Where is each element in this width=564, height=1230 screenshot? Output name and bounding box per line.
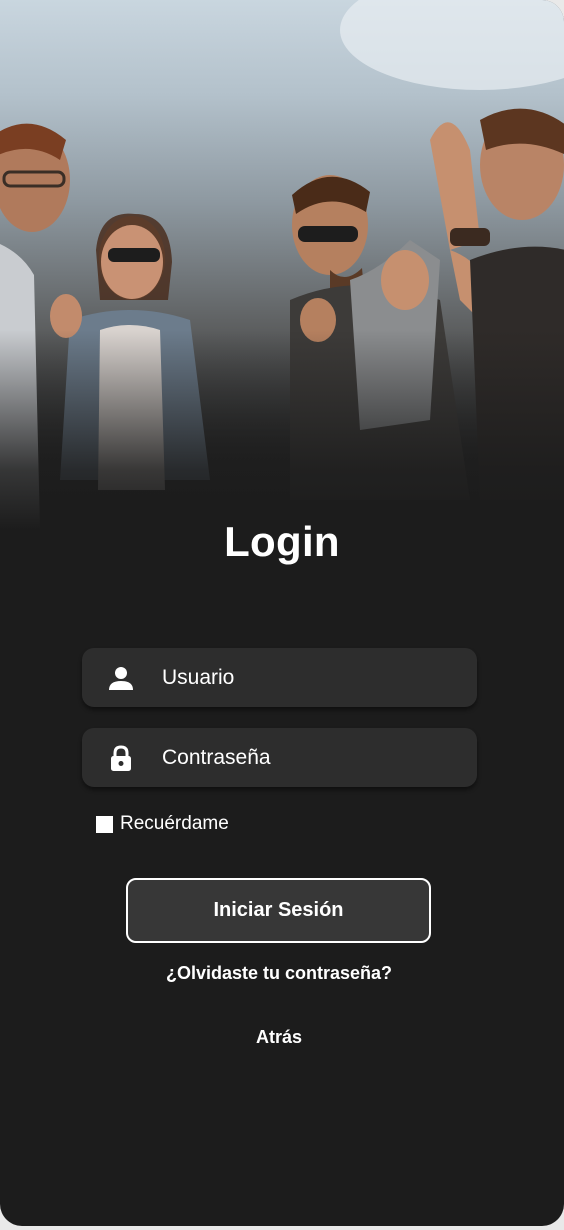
password-input[interactable] — [162, 728, 462, 787]
username-input[interactable] — [162, 648, 462, 707]
username-field[interactable] — [82, 648, 477, 707]
person-icon — [109, 667, 133, 690]
hero-fade-overlay — [0, 330, 564, 530]
hero-photo — [0, 0, 564, 530]
password-field[interactable] — [82, 728, 477, 787]
page-title: Login — [224, 518, 340, 565]
login-button[interactable]: Iniciar Sesión — [126, 878, 431, 943]
remember-checkbox[interactable] — [96, 815, 113, 833]
remember-me[interactable]: Recuérdame — [96, 813, 229, 835]
lock-icon — [111, 745, 131, 771]
remember-label: Recuérdame — [120, 813, 229, 834]
back-link[interactable]: Atrás — [0, 1027, 558, 1048]
forgot-password-link[interactable]: ¿Olvidaste tu contraseña? — [0, 963, 558, 984]
login-screen: Login Recuérdame Iniciar Sesión ¿Olvidas… — [0, 0, 564, 1226]
